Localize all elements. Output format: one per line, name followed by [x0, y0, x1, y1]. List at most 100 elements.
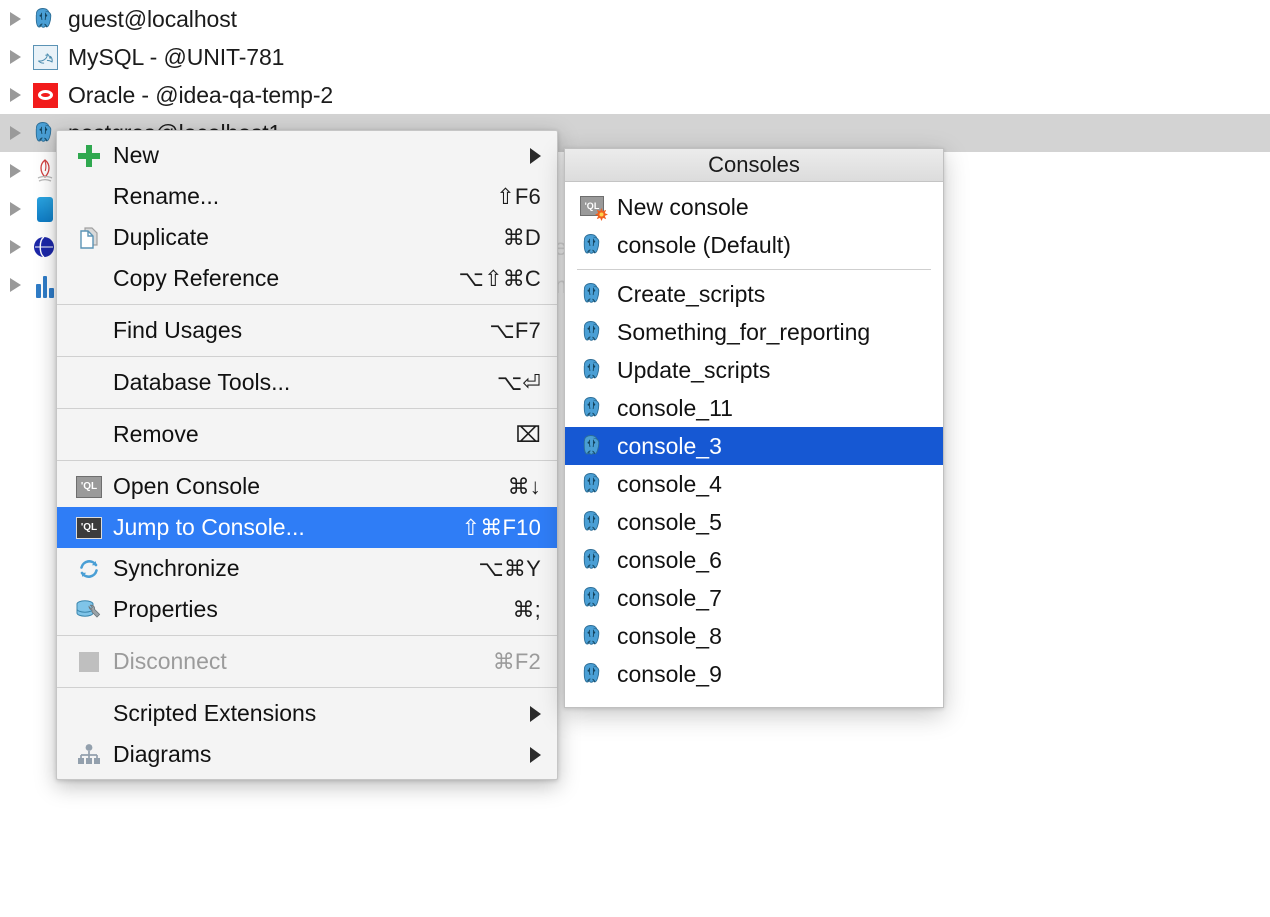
menu-item[interactable]: Scripted Extensions	[57, 693, 557, 734]
console-list-item-label: console (Default)	[617, 231, 791, 258]
console-list-item[interactable]: console_5	[565, 503, 943, 541]
menu-item-shortcut: ⌘;	[512, 596, 541, 622]
postgres-icon	[580, 586, 606, 610]
collapsed-arrow-icon[interactable]	[0, 240, 30, 254]
stop-icon	[79, 651, 99, 672]
collapsed-arrow-icon[interactable]	[0, 278, 30, 292]
consoles-separator	[577, 269, 931, 270]
menu-item-shortcut: ⌘F2	[492, 648, 541, 674]
menu-item-label: Database Tools...	[113, 369, 291, 395]
console-list-item-label: console_4	[617, 470, 722, 497]
sybase-icon	[32, 234, 58, 260]
menu-item-shortcut: ⌘↓	[507, 473, 541, 499]
console-list-item-label: console_5	[617, 508, 722, 535]
menu-item-label: Jump to Console...	[113, 514, 305, 540]
oracle-icon	[32, 82, 58, 108]
console-list-item[interactable]: console_8	[565, 617, 943, 655]
consoles-list[interactable]: 'QL New console console (Default) Create_sc…	[565, 182, 943, 707]
console-list-item-label: console_3	[617, 432, 722, 459]
menu-separator	[57, 460, 557, 461]
console-list-item[interactable]: Something_for_reporting	[565, 313, 943, 351]
postgres-icon	[580, 472, 606, 496]
properties-icon	[75, 598, 103, 622]
menu-item-label: Open Console	[113, 473, 261, 499]
menu-item-shortcut: ⌥⏎	[496, 369, 541, 395]
menu-item[interactable]: Rename... ⇧F6	[57, 176, 557, 217]
postgres-icon	[580, 282, 606, 306]
menu-item[interactable]: Remove ⌧	[57, 414, 557, 455]
menu-item[interactable]: Find Usages ⌥F7	[57, 310, 557, 351]
console-list-item[interactable]: console_9	[565, 655, 943, 693]
db-bars-icon	[36, 273, 55, 298]
postgres-icon	[580, 233, 606, 257]
console-list-item-label: Update_scripts	[617, 356, 771, 383]
screen-root: guest@localhost MySQL - @UNIT-781 Oracle -…	[0, 0, 1270, 917]
menu-item[interactable]: Duplicate ⌘D	[57, 217, 557, 258]
menu-item-label: Synchronize	[113, 555, 240, 581]
synchronize-icon	[76, 556, 102, 582]
menu-item[interactable]: Copy Reference ⌥⇧⌘C	[57, 258, 557, 299]
console-list-item[interactable]: 'QL New console	[565, 188, 943, 226]
console-list-item-label: console_6	[617, 546, 722, 573]
tree-row-label: Oracle - @idea-qa-temp-2	[68, 81, 334, 108]
menu-item-shortcut: ⌘D	[502, 224, 541, 250]
menu-item-label: Disconnect	[113, 648, 227, 674]
sqlite-icon	[37, 196, 53, 222]
postgres-icon	[32, 7, 58, 31]
console-list-item[interactable]: console_7	[565, 579, 943, 617]
collapsed-arrow-icon[interactable]	[0, 88, 30, 102]
console-list-item[interactable]: Update_scripts	[565, 351, 943, 389]
collapsed-arrow-icon[interactable]	[0, 12, 30, 26]
console-list-item[interactable]: console_11	[565, 389, 943, 427]
menu-item-label: Diagrams	[113, 741, 212, 767]
context-menu[interactable]: New Rename... ⇧F6 Duplicate ⌘D Copy Reference…	[56, 130, 558, 780]
console-list-item[interactable]: Create_scripts	[565, 275, 943, 313]
menu-item-label: Remove	[113, 421, 199, 447]
menu-item-label: Copy Reference	[113, 265, 280, 291]
menu-item[interactable]: Diagrams	[57, 734, 557, 775]
menu-item-label: Scripted Extensions	[113, 700, 317, 726]
tree-row[interactable]: MySQL - @UNIT-781	[0, 38, 1270, 76]
postgres-icon	[580, 396, 606, 420]
console-list-item[interactable]: console (Default)	[565, 226, 943, 264]
console-list-item[interactable]: console_4	[565, 465, 943, 503]
console-list-item[interactable]: console_3	[565, 427, 943, 465]
menu-item-shortcut: ⌥F7	[489, 317, 541, 343]
postgres-icon	[580, 320, 606, 344]
menu-item: Disconnect ⌘F2	[57, 641, 557, 682]
menu-item[interactable]: 'QL Jump to Console... ⇧⌘F10	[57, 507, 557, 548]
postgres-icon	[580, 624, 606, 648]
collapsed-arrow-icon[interactable]	[0, 126, 30, 140]
console-list-item[interactable]: console_6	[565, 541, 943, 579]
duplicate-icon	[77, 226, 101, 250]
menu-separator	[57, 687, 557, 688]
menu-item-label: Properties	[113, 596, 218, 622]
console-list-item-label: Create_scripts	[617, 280, 766, 307]
menu-item[interactable]: Properties ⌘;	[57, 589, 557, 630]
menu-item[interactable]: Database Tools... ⌥⏎	[57, 362, 557, 403]
sql-console-icon: 'QL	[76, 516, 102, 539]
collapsed-arrow-icon[interactable]	[0, 50, 30, 64]
menu-item[interactable]: 'QL Open Console ⌘↓	[57, 466, 557, 507]
menu-item-shortcut: ⌧	[515, 421, 541, 447]
menu-item-shortcut: ⌥⌘Y	[478, 555, 541, 581]
collapsed-arrow-icon[interactable]	[0, 164, 30, 178]
menu-item[interactable]: Synchronize ⌥⌘Y	[57, 548, 557, 589]
menu-separator	[57, 635, 557, 636]
postgres-icon	[580, 434, 606, 458]
postgres-icon	[32, 121, 58, 145]
console-list-item-label: console_8	[617, 622, 722, 649]
menu-separator	[57, 304, 557, 305]
menu-item[interactable]: New	[57, 135, 557, 176]
tree-row[interactable]: guest@localhost	[0, 0, 1270, 38]
console-list-item-label: New console	[617, 193, 749, 220]
tree-row[interactable]: Oracle - @idea-qa-temp-2	[0, 76, 1270, 114]
submenu-arrow-icon	[530, 147, 541, 164]
consoles-popup[interactable]: Consoles 'QL New console console (Default)…	[564, 148, 944, 708]
postgres-icon	[580, 358, 606, 382]
menu-item-shortcut: ⌥⇧⌘C	[458, 265, 541, 291]
menu-item-label: New	[113, 142, 160, 168]
new-console-icon: 'QL	[580, 196, 608, 221]
collapsed-arrow-icon[interactable]	[0, 202, 30, 216]
menu-item-label: Find Usages	[113, 317, 243, 343]
